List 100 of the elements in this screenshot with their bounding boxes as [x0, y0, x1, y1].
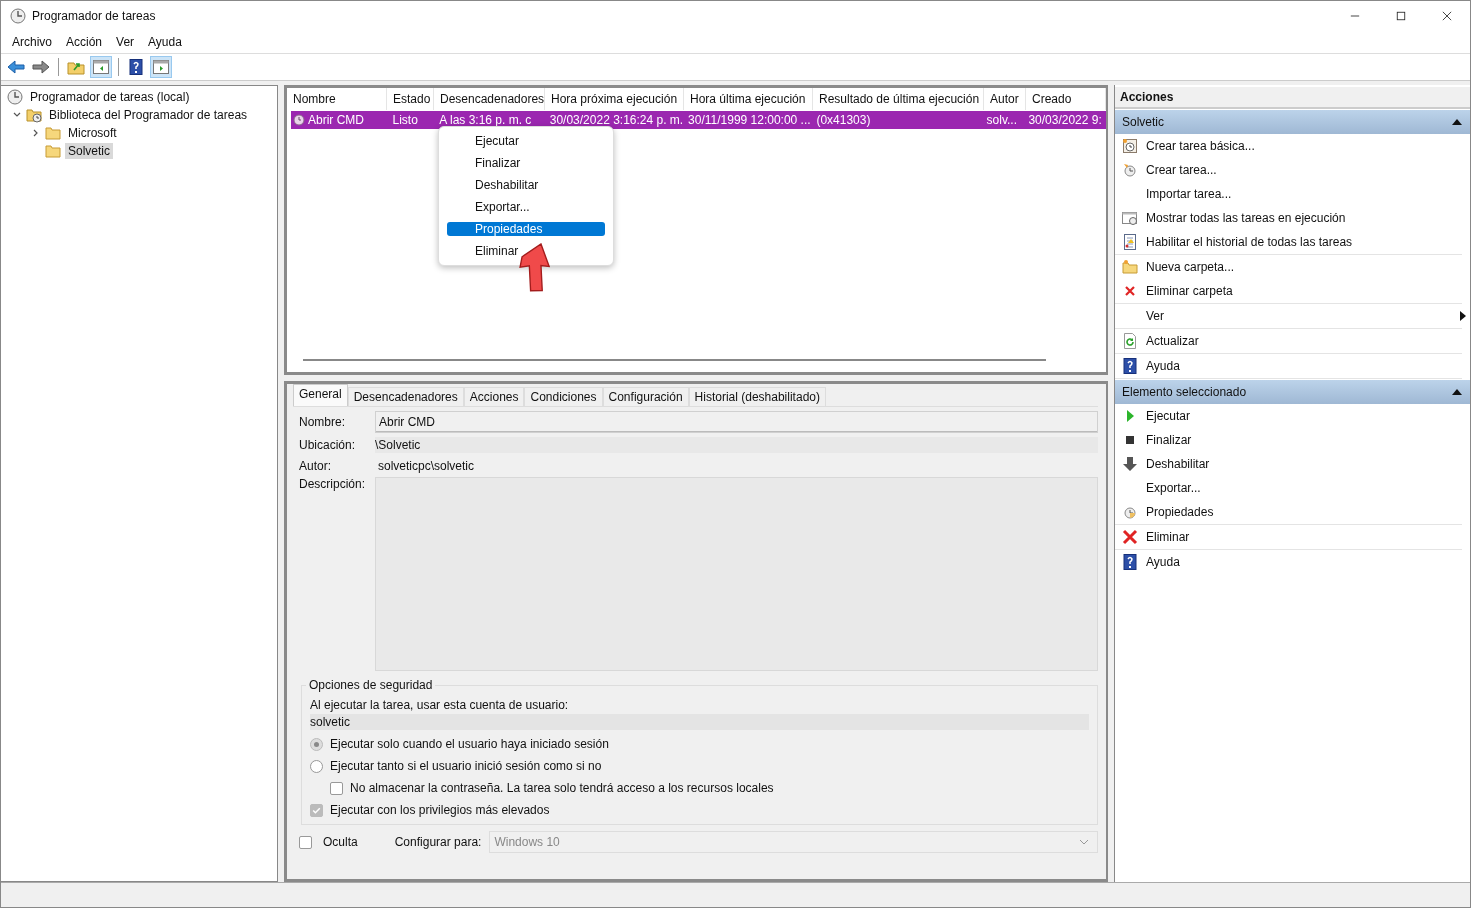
- action-item[interactable]: Habilitar el historial de todas las tareas: [1115, 230, 1462, 254]
- action-item[interactable]: Ayuda: [1115, 354, 1462, 378]
- scrollbar-thumb[interactable]: [303, 359, 1046, 361]
- action-item[interactable]: Nueva carpeta...: [1115, 255, 1462, 279]
- column-header[interactable]: Hora próxima ejecución: [545, 88, 684, 110]
- menu-item[interactable]: Ayuda: [141, 35, 189, 49]
- pane-icon[interactable]: [90, 56, 112, 78]
- author-value: solveticpc\solvetic: [377, 458, 476, 475]
- table-cell: solv...: [986, 113, 1018, 127]
- panel-header: Acciones: [1115, 87, 1470, 109]
- checkbox[interactable]: [299, 835, 312, 849]
- action-item[interactable]: Mostrar todas las tareas en ejecución: [1115, 206, 1462, 230]
- column-header[interactable]: Desencadenadores: [434, 88, 545, 110]
- action-item[interactable]: Finalizar: [1115, 428, 1462, 452]
- action-item[interactable]: Eliminar carpeta: [1115, 279, 1462, 303]
- delete-x-icon: [1122, 529, 1138, 545]
- action-label: Deshabilitar: [1146, 457, 1210, 471]
- table-row[interactable]: Abrir CMD Listo A las 3:16 p. m. c 30/03/2022 3:16:24 p. m. 30/11/1999 12:00:00 ... (0x41303) solv... 30/03/2022 9:: [291, 111, 1106, 129]
- tab[interactable]: Acciones: [463, 387, 525, 406]
- action-label: Propiedades: [1146, 505, 1214, 519]
- tree-item[interactable]: Biblioteca del Programador de tareas: [46, 107, 251, 123]
- field-label: Ubicación:: [299, 438, 357, 452]
- checkbox[interactable]: [330, 781, 343, 795]
- action-label: Ayuda: [1146, 359, 1180, 373]
- folder-icon: [1122, 259, 1138, 275]
- menu-item[interactable]: Archivo: [5, 35, 59, 49]
- action-item[interactable]: Ver: [1115, 304, 1462, 328]
- account-value: solvetic: [310, 714, 1089, 730]
- action-item[interactable]: Ejecutar: [1115, 404, 1462, 428]
- column-header[interactable]: Creado: [1026, 88, 1106, 110]
- checkbox[interactable]: [310, 803, 323, 817]
- action-label: Eliminar: [1146, 530, 1190, 544]
- table-cell: 30/11/1999 12:00:00 ...: [688, 113, 811, 127]
- column-header[interactable]: Hora última ejecución: [684, 88, 813, 110]
- submenu-arrow-icon: [1460, 311, 1466, 321]
- action-label: Finalizar: [1146, 433, 1192, 447]
- tab[interactable]: Desencadenadores: [347, 387, 464, 406]
- action-label: Mostrar todas las tareas en ejecución: [1146, 211, 1346, 225]
- action-item[interactable]: Crear tarea básica...: [1115, 134, 1462, 158]
- chevron-down-icon: [1079, 839, 1089, 845]
- folder-icon: [45, 125, 61, 141]
- pane-icon[interactable]: [150, 56, 172, 78]
- menu-item[interactable]: Ver: [109, 35, 142, 49]
- action-item[interactable]: Propiedades: [1115, 500, 1462, 524]
- action-item[interactable]: Exportar...: [1115, 476, 1462, 500]
- name-field[interactable]: Abrir CMD: [375, 411, 1098, 433]
- column-header[interactable]: Resultado de última ejecución: [813, 88, 984, 110]
- option-label: No almacenar la contraseña. La tarea solo tendrá acceso a los recursos locales: [350, 781, 774, 795]
- action-item[interactable]: Ayuda: [1115, 550, 1462, 574]
- clock-icon: [7, 89, 23, 105]
- group-title: Opciones de seguridad: [306, 678, 436, 692]
- tree-item[interactable]: Solvetic: [65, 143, 114, 159]
- table-cell: Abrir CMD: [308, 113, 364, 127]
- section-header[interactable]: Elemento seleccionado: [1115, 380, 1470, 404]
- action-label: Eliminar carpeta: [1146, 284, 1233, 298]
- context-menu-item[interactable]: Exportar...: [447, 197, 605, 217]
- table-cell: Listo: [392, 113, 418, 127]
- column-header[interactable]: Nombre: [287, 88, 387, 110]
- table-cell: 30/03/2022 9:: [1028, 113, 1102, 127]
- action-label: Nueva carpeta...: [1146, 260, 1235, 274]
- tab[interactable]: Condiciones: [524, 387, 603, 406]
- action-label: Crear tarea básica...: [1146, 139, 1255, 153]
- folder-icon: [45, 143, 61, 159]
- tree-item[interactable]: Programador de tareas (local): [27, 89, 193, 105]
- action-label: Habilitar el historial de todas las tareas: [1146, 235, 1353, 249]
- tab[interactable]: General: [293, 384, 348, 406]
- radio-button[interactable]: [310, 737, 323, 751]
- radio-button[interactable]: [310, 759, 323, 773]
- tree-item[interactable]: Microsoft: [65, 125, 120, 141]
- action-label: Ejecutar: [1146, 409, 1191, 423]
- menu-item[interactable]: Acción: [59, 35, 110, 49]
- description-field[interactable]: [375, 477, 1098, 671]
- tab[interactable]: Configuración: [602, 387, 689, 406]
- action-item[interactable]: Eliminar: [1115, 525, 1462, 549]
- section-header[interactable]: Solvetic: [1115, 110, 1470, 134]
- column-header[interactable]: Estado: [387, 88, 434, 110]
- option-label: Oculta: [323, 835, 358, 849]
- tab[interactable]: Historial (deshabilitado): [688, 387, 826, 406]
- action-label: Actualizar: [1146, 334, 1199, 348]
- option-label: Ejecutar solo cuando el usuario haya iniciado sesión: [330, 737, 609, 751]
- collapse-triangle-icon: [1452, 389, 1462, 395]
- action-item[interactable]: Deshabilitar: [1115, 452, 1462, 476]
- calendar-clock-icon: [1122, 138, 1138, 154]
- action-label: Crear tarea...: [1146, 163, 1217, 177]
- help-icon: [1122, 358, 1138, 374]
- context-menu-item[interactable]: Finalizar: [447, 153, 605, 173]
- column-header[interactable]: Autor: [984, 88, 1026, 110]
- context-menu-item[interactable]: Propiedades: [447, 222, 605, 236]
- log-icon: [1122, 234, 1138, 250]
- option-label: Ejecutar tanto si el usuario inició sesión como si no: [330, 759, 602, 773]
- context-menu-item[interactable]: Eliminar: [447, 241, 605, 261]
- window-title: Programador de tareas: [32, 9, 156, 23]
- context-menu-item[interactable]: Ejecutar: [447, 131, 605, 151]
- table-cell: 30/03/2022 3:16:24 p. m.: [549, 113, 684, 127]
- clock-icon: [1122, 162, 1138, 178]
- action-item[interactable]: Importar tarea...: [1115, 182, 1462, 206]
- context-menu-item[interactable]: Deshabilitar: [447, 175, 605, 195]
- field-label: Descripción:: [299, 477, 367, 491]
- action-item[interactable]: Actualizar: [1115, 329, 1462, 353]
- action-item[interactable]: Crear tarea...: [1115, 158, 1462, 182]
